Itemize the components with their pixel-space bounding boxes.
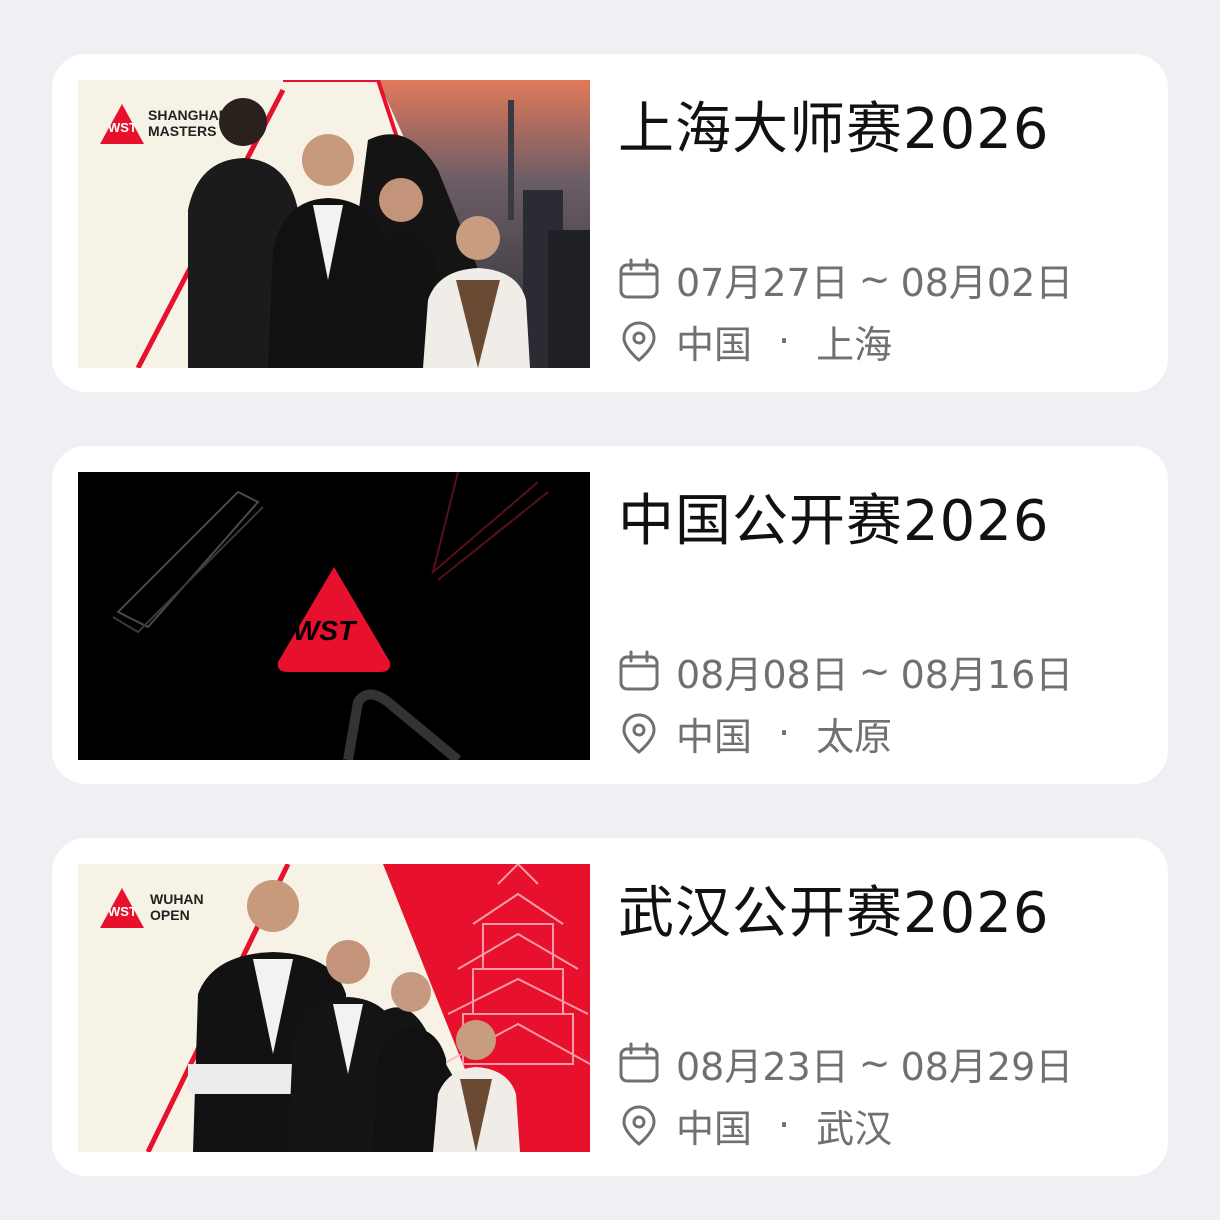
event-title[interactable]: 上海大师赛2026 bbox=[618, 84, 1050, 165]
logo-line2-text: OPEN bbox=[150, 907, 190, 923]
location-country: 中国 bbox=[676, 714, 753, 759]
event-title[interactable]: 中国公开赛2026 bbox=[618, 476, 1050, 557]
event-location-row: 中国 · 武汉 bbox=[618, 1100, 893, 1151]
location-separator: · bbox=[778, 1103, 791, 1147]
date-separator: ~ bbox=[858, 649, 891, 693]
calendar-icon bbox=[618, 650, 660, 692]
event-date-row: 08月23日 ~ 08月29日 bbox=[618, 1038, 1074, 1089]
location-city: 武汉 bbox=[816, 1106, 893, 1151]
date-separator: ~ bbox=[858, 1041, 891, 1085]
location-country: 中国 bbox=[676, 322, 753, 367]
logo-mark-text: WST bbox=[108, 120, 137, 135]
calendar-icon bbox=[618, 258, 660, 300]
date-separator: ~ bbox=[858, 257, 891, 301]
event-card[interactable]: WST WUHAN OPEN 武汉公开赛2026 08月23日 ~ 08月29日… bbox=[52, 838, 1168, 1176]
event-banner-image: WST WUHAN OPEN bbox=[78, 864, 590, 1152]
event-title[interactable]: 武汉公开赛2026 bbox=[618, 868, 1050, 949]
event-banner-image: WST bbox=[78, 472, 590, 760]
location-separator: · bbox=[778, 319, 791, 363]
logo-line1-text: WUHAN bbox=[150, 891, 204, 907]
date-start: 07月27日 bbox=[676, 260, 849, 305]
date-end: 08月16日 bbox=[900, 652, 1074, 697]
event-location-row: 中国 · 上海 bbox=[618, 316, 893, 367]
event-location-row: 中国 · 太原 bbox=[618, 708, 893, 759]
logo-mark-text: WST bbox=[293, 615, 358, 646]
date-end: 08月02日 bbox=[900, 260, 1074, 305]
location-country: 中国 bbox=[676, 1106, 753, 1151]
logo-line1-text: SHANGHAI bbox=[148, 107, 223, 123]
event-card[interactable]: WST 中国公开赛2026 08月08日 ~ 08月16日 中国 · 太原 bbox=[52, 446, 1168, 784]
event-list: WST SHANGHAI MASTERS 上海大师赛2026 07月27日 ~ … bbox=[0, 0, 1220, 1220]
location-city: 上海 bbox=[816, 322, 893, 367]
logo-mark-text: WST bbox=[108, 904, 137, 919]
location-pin-icon bbox=[618, 320, 660, 362]
location-separator: · bbox=[778, 711, 791, 755]
date-end: 08月29日 bbox=[900, 1044, 1074, 1089]
date-start: 08月23日 bbox=[676, 1044, 849, 1089]
location-city: 太原 bbox=[816, 714, 893, 759]
calendar-icon bbox=[618, 1042, 660, 1084]
event-card[interactable]: WST SHANGHAI MASTERS 上海大师赛2026 07月27日 ~ … bbox=[52, 54, 1168, 392]
event-date-row: 07月27日 ~ 08月02日 bbox=[618, 254, 1074, 305]
location-pin-icon bbox=[618, 1104, 660, 1146]
date-start: 08月08日 bbox=[676, 652, 849, 697]
logo-line2-text: MASTERS bbox=[148, 123, 216, 139]
event-banner-image: WST SHANGHAI MASTERS bbox=[78, 80, 590, 368]
location-pin-icon bbox=[618, 712, 660, 754]
event-date-row: 08月08日 ~ 08月16日 bbox=[618, 646, 1074, 697]
